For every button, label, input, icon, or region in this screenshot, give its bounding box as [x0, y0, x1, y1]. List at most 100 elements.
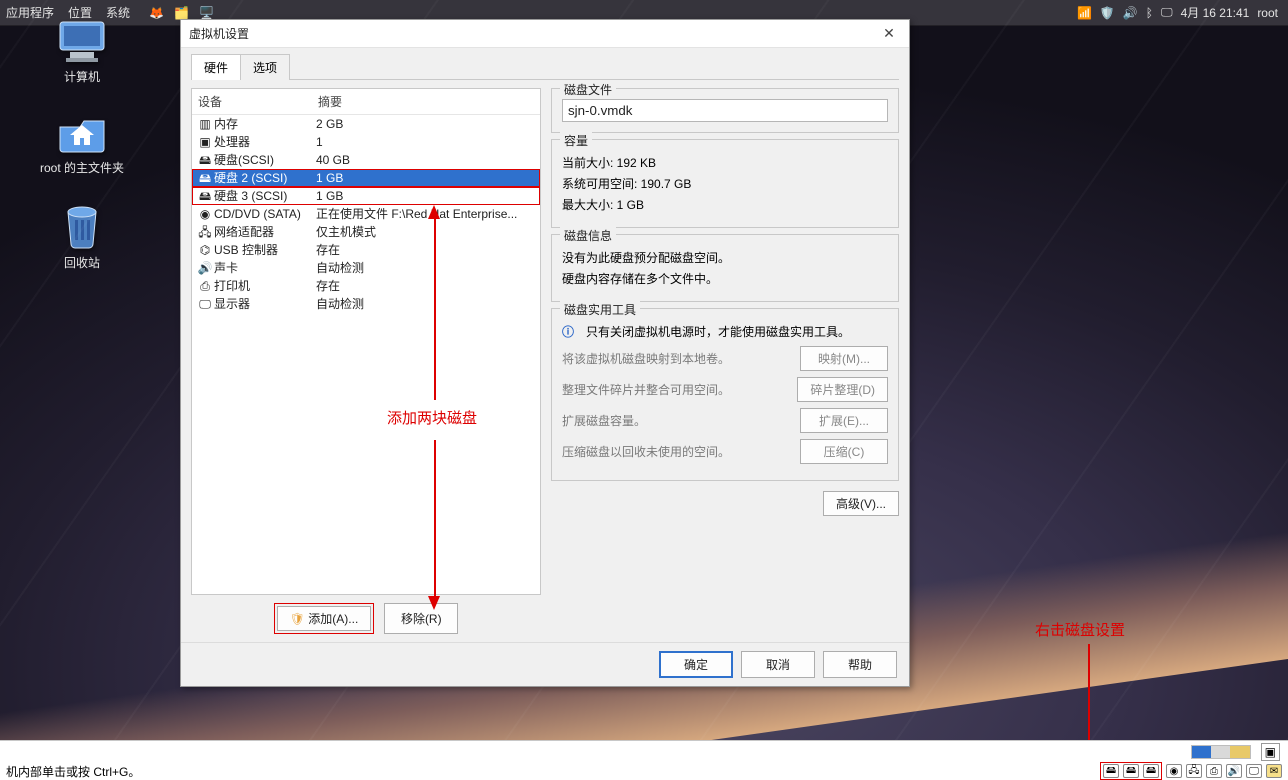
bluetooth-icon[interactable]: ᛒ [1146, 6, 1153, 20]
device-list[interactable]: 设备 摘要 ▥内存2 GB▣处理器1🖴硬盘(SCSI)40 GB🖴硬盘 2 (S… [191, 88, 541, 595]
group-disk-file: 磁盘文件 [551, 88, 899, 133]
user-menu[interactable]: root [1257, 6, 1278, 20]
disk-info-line: 没有为此硬盘预分配磁盘空间。 [562, 249, 730, 266]
expand-button[interactable]: 扩展(E)... [800, 408, 888, 433]
terminal-icon[interactable]: 🖥️ [199, 6, 214, 20]
tab-hardware[interactable]: 硬件 [191, 54, 241, 80]
device-tray: 🖴 🖴 🖴 ◉ 🖧 ⎙ 🔊 🖵 ✉ [1100, 762, 1282, 780]
firefox-icon[interactable]: 🦊 [149, 6, 164, 20]
tray-display-icon[interactable]: 🖵 [1246, 764, 1262, 778]
group-disk-utilities: 磁盘实用工具 ⓘ只有关闭虚拟机电源时，才能使用磁盘实用工具。 将该虚拟机磁盘映射… [551, 308, 899, 481]
desktop-icon-home[interactable]: root 的主文件夹 [22, 111, 142, 176]
desktop-icon-trash[interactable]: 回收站 [22, 202, 142, 271]
compact-button[interactable]: 压缩(C) [800, 439, 888, 464]
device-row[interactable]: ◉CD/DVD (SATA)正在使用文件 F:\Red Hat Enterpri… [192, 205, 540, 223]
device-row[interactable]: 🖴硬盘 2 (SCSI)1 GB [192, 169, 540, 187]
device-summary: 仅主机模式 [316, 224, 536, 240]
tray-usb-icon[interactable]: ⎙ [1206, 764, 1222, 778]
network-icon[interactable]: 📶 [1077, 6, 1092, 20]
device-row[interactable]: ▣处理器1 [192, 133, 540, 151]
host-toolbar: ▣ [0, 740, 1288, 762]
capacity-max: 最大大小: 1 GB [562, 196, 644, 213]
device-summary: 40 GB [316, 152, 536, 168]
tab-options[interactable]: 选项 [240, 54, 290, 80]
annotation-arrow [434, 210, 436, 400]
add-button-highlight: 🛡 添加(A)... [274, 603, 375, 634]
tray-net-icon[interactable]: 🖧 [1186, 764, 1202, 778]
menu-places[interactable]: 位置 [68, 4, 92, 21]
device-summary: 1 [316, 134, 536, 150]
cancel-button[interactable]: 取消 [741, 651, 815, 678]
arrow-head-icon [428, 596, 440, 610]
device-row[interactable]: ⎙打印机存在 [192, 277, 540, 295]
util-expand-label: 扩展磁盘容量。 [562, 412, 646, 429]
annotation-arrow [434, 440, 436, 600]
device-summary: 2 GB [316, 116, 536, 132]
desktop-icon-label: root 的主文件夹 [40, 159, 124, 176]
map-button[interactable]: 映射(M)... [800, 346, 888, 371]
tray-sound-icon[interactable]: 🔊 [1226, 764, 1242, 778]
device-summary: 存在 [316, 242, 536, 258]
prn-icon: ⎙ [196, 278, 214, 294]
device-row[interactable]: ⌬USB 控制器存在 [192, 241, 540, 259]
device-name: USB 控制器 [214, 242, 316, 258]
status-text: 机内部单击或按 Ctrl+G。 [6, 763, 140, 780]
tabstrip: 硬件 选项 [191, 56, 899, 80]
device-summary: 1 GB [316, 170, 536, 186]
device-name: 网络适配器 [214, 224, 316, 240]
tray-msg-icon[interactable]: ✉ [1266, 764, 1282, 778]
device-name: 声卡 [214, 260, 316, 276]
arrow-head-icon [428, 205, 440, 219]
fullscreen-icon[interactable]: ▣ [1261, 743, 1280, 761]
device-row[interactable]: 🖴硬盘 3 (SCSI)1 GB [192, 187, 540, 205]
view-toggle[interactable] [1191, 745, 1251, 759]
device-row[interactable]: ▥内存2 GB [192, 115, 540, 133]
ok-button[interactable]: 确定 [659, 651, 733, 678]
group-capacity: 容量 当前大小: 192 KB 系统可用空间: 190.7 GB 最大大小: 1… [551, 139, 899, 228]
advanced-button[interactable]: 高级(V)... [823, 491, 899, 516]
dialog-footer: 确定 取消 帮助 [181, 642, 909, 686]
util-info: 只有关闭虚拟机电源时，才能使用磁盘实用工具。 [586, 323, 850, 340]
device-summary: 存在 [316, 278, 536, 294]
updates-icon[interactable]: 🛡️ [1100, 6, 1115, 20]
close-icon[interactable]: ✕ [877, 24, 901, 44]
help-button[interactable]: 帮助 [823, 651, 897, 678]
display-icon[interactable]: 🖵 [1161, 5, 1173, 20]
tray-cd-icon[interactable]: ◉ [1166, 764, 1182, 778]
disk-file-input[interactable] [562, 99, 888, 122]
device-row[interactable]: 🖴硬盘(SCSI)40 GB [192, 151, 540, 169]
volume-icon[interactable]: 🔊 [1123, 6, 1138, 20]
device-name: 硬盘(SCSI) [214, 152, 316, 168]
group-title: 磁盘文件 [560, 81, 616, 98]
menu-applications[interactable]: 应用程序 [6, 4, 54, 21]
defrag-button[interactable]: 碎片整理(D) [797, 377, 888, 402]
device-row[interactable]: 🔊声卡自动检测 [192, 259, 540, 277]
group-title: 容量 [560, 132, 592, 149]
col-device: 设备 [198, 93, 318, 110]
group-title: 磁盘信息 [560, 227, 616, 244]
device-row[interactable]: 🖧网络适配器仅主机模式 [192, 223, 540, 241]
device-row[interactable]: 🖵显示器自动检测 [192, 295, 540, 313]
disk-info-line: 硬盘内容存储在多个文件中。 [562, 270, 718, 287]
snd-icon: 🔊 [196, 260, 214, 276]
desktop-icon-label: 计算机 [64, 68, 100, 85]
tray-hdd2-icon[interactable]: 🖴 [1123, 764, 1139, 778]
util-map-label: 将该虚拟机磁盘映射到本地卷。 [562, 350, 730, 367]
device-list-header: 设备 摘要 [192, 89, 540, 115]
tray-hdd-icon[interactable]: 🖴 [1103, 764, 1119, 778]
add-device-button[interactable]: 🛡 添加(A)... [277, 606, 372, 631]
file-manager-icon[interactable]: 🗂️ [174, 6, 189, 20]
capacity-current: 当前大小: 192 KB [562, 154, 656, 171]
usb-icon: ⌬ [196, 242, 214, 258]
desktop-icon-computer[interactable]: 计算机 [22, 20, 142, 85]
menu-system[interactable]: 系统 [106, 4, 130, 21]
tray-hdd3-icon[interactable]: 🖴 [1143, 764, 1159, 778]
dialog-titlebar[interactable]: 虚拟机设置 ✕ [181, 20, 909, 48]
desktop-icon-label: 回收站 [64, 254, 100, 271]
device-summary: 自动检测 [316, 296, 536, 312]
remove-device-button[interactable]: 移除(R) [384, 603, 458, 634]
add-label: 添加(A)... [308, 612, 358, 626]
annotation-arrow [1088, 644, 1090, 754]
clock[interactable]: 4月 16 21:41 [1181, 4, 1250, 21]
cd-icon: ◉ [196, 206, 214, 222]
